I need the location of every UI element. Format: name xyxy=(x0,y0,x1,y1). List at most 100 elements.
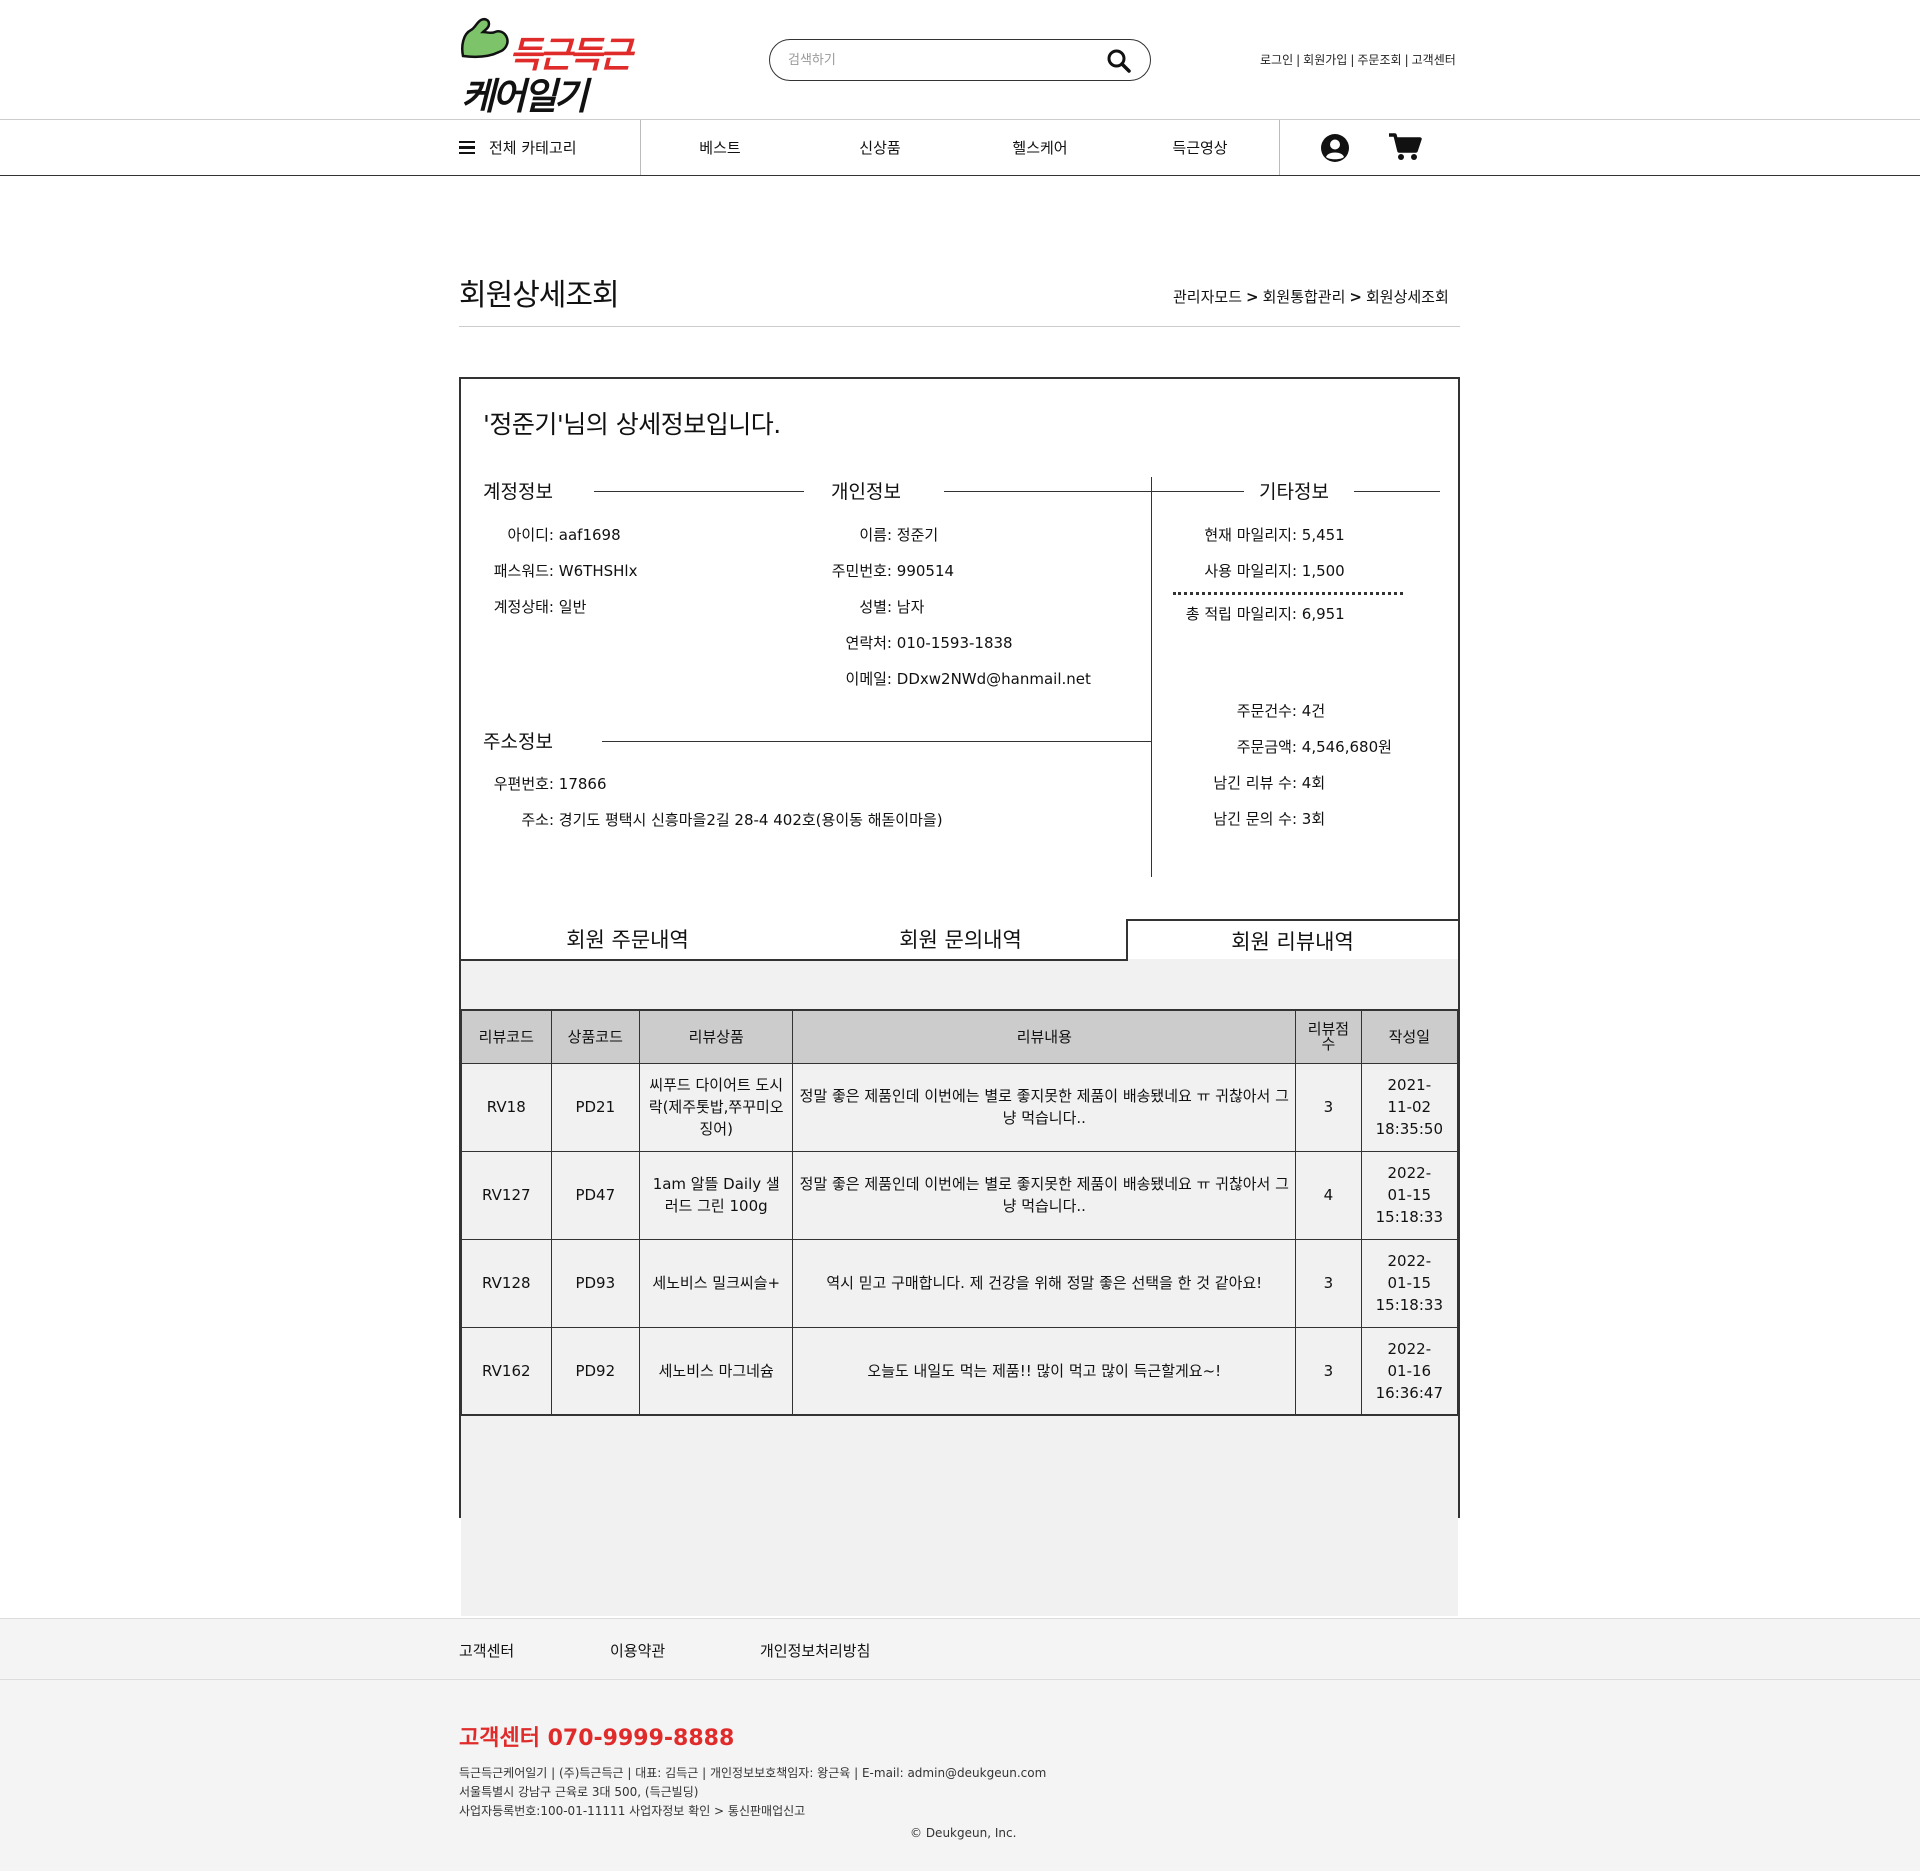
footer-business-info: 사업자등록번호:100-01-11111 사업자정보 확인 > 통신판매업신고 xyxy=(459,1804,806,1818)
col-review-product: 리뷰상품 xyxy=(638,1009,794,1064)
cell-score: 3 xyxy=(1295,1062,1362,1152)
field-password: 패스워드: W6THSHlx xyxy=(493,562,638,580)
chevron-right-icon: > xyxy=(1349,288,1362,306)
address-section-title: 주소정보 xyxy=(483,731,553,753)
all-category-button[interactable]: 전체 카테고리 xyxy=(459,120,641,175)
cell-product: 세노비스 밀크씨슬+ xyxy=(638,1238,794,1328)
search-input[interactable] xyxy=(788,49,1088,71)
nav-healthcare[interactable]: 헬스케어 xyxy=(980,120,1100,175)
user-icon[interactable] xyxy=(1320,133,1350,163)
tab-inquiries[interactable]: 회원 문의내역 xyxy=(794,919,1127,959)
customer-center-link[interactable]: 고객센터 xyxy=(1412,53,1456,67)
footer-copyright: © Deukgeun, Inc. xyxy=(910,1826,1017,1840)
table-row[interactable]: RV127 PD47 1am 알뜰 Daily 샐러드 그린 100g 정말 좋… xyxy=(461,1150,1459,1240)
divider xyxy=(602,741,1152,742)
field-zip: 우편번호: 17866 xyxy=(493,775,607,793)
col-created-date: 작성일 xyxy=(1360,1009,1459,1064)
cell-product: 세노비스 마그네슘 xyxy=(638,1326,794,1416)
hamburger-icon xyxy=(459,138,475,158)
nav-icons xyxy=(1279,120,1459,175)
footer-cs-phone: 고객센터 070-9999-8888 xyxy=(459,1726,735,1751)
table-row[interactable]: RV18 PD21 씨푸드 다이어트 도시락(제주톳밥,쭈꾸미오징어) 정말 좋… xyxy=(461,1062,1459,1152)
etc-section-title: 기타정보 xyxy=(1259,481,1329,503)
footer-nav: 고객센터 이용약관 개인정보처리방침 xyxy=(0,1618,1920,1680)
field-account-status: 계정상태: 일반 xyxy=(493,598,587,616)
site-logo[interactable]: 득근득근 케어일기 xyxy=(459,12,649,118)
tab-orders[interactable]: 회원 주문내역 xyxy=(461,919,794,959)
reviews-table: 리뷰코드 상품코드 리뷰상품 리뷰내용 리뷰점수 작성일 RV18 PD21 씨… xyxy=(461,1009,1459,1416)
divider xyxy=(944,491,1154,492)
footer-link-terms[interactable]: 이용약관 xyxy=(610,1640,665,1661)
footer-company-info: 득근득근케어일기 | (주)득근득근 | 대표: 김득근 | 개인정보보호책임자… xyxy=(459,1766,1047,1780)
nav-best[interactable]: 베스트 xyxy=(660,120,780,175)
top-links: 로그인 | 회원가입 | 주문조회 | 고객센터 xyxy=(1260,53,1456,67)
cell-content: 역시 믿고 구매합니다. 제 건강을 위해 정말 좋은 선택을 한 것 같아요! xyxy=(792,1238,1297,1328)
col-review-score: 리뷰점수 xyxy=(1295,1009,1362,1064)
cell-product: 씨푸드 다이어트 도시락(제주톳밥,쭈꾸미오징어) xyxy=(638,1062,794,1152)
tab-underline xyxy=(461,959,1127,961)
field-order-amount: 주문금액: 4,546,680원 xyxy=(1236,738,1392,756)
search-box xyxy=(769,39,1151,81)
cell-date: 2021-11-02 18:35:50 xyxy=(1360,1062,1459,1152)
tab-border xyxy=(1126,919,1458,921)
cell-content: 정말 좋은 제품인데 이번에는 별로 좋지못한 제품이 배송됐네요 ㅠ 귀찮아서… xyxy=(792,1150,1297,1240)
cell-product-code: PD47 xyxy=(550,1150,641,1240)
site-header: 득근득근 케어일기 로그인|회원가입|주문조회|고객센터 xyxy=(0,0,1920,120)
table-header-row: 리뷰코드 상품코드 리뷰상품 리뷰내용 리뷰점수 작성일 xyxy=(461,1009,1459,1064)
field-rrn: 주민번호: 990514 xyxy=(831,562,955,580)
cell-date: 2022-01-16 16:36:47 xyxy=(1360,1326,1459,1416)
divider xyxy=(594,491,804,492)
breadcrumb-item: 회원상세조회 xyxy=(1365,288,1449,306)
cell-date: 2022-01-15 15:18:33 xyxy=(1360,1238,1459,1328)
cart-icon[interactable] xyxy=(1388,132,1422,162)
page-title: 회원상세조회 xyxy=(459,278,620,313)
field-review-count: 남긴 리뷰 수: 4회 xyxy=(1213,774,1326,792)
cell-review-code: RV162 xyxy=(461,1326,552,1416)
divider xyxy=(1154,491,1244,492)
field-gender: 성별: 남자 xyxy=(859,598,925,616)
personal-section-title: 개인정보 xyxy=(831,481,901,503)
vertical-divider xyxy=(1151,477,1152,877)
divider xyxy=(1354,491,1440,492)
col-review-content: 리뷰내용 xyxy=(792,1009,1297,1064)
member-detail-panel: '정준기'님의 상세정보입니다. 계정정보 아이디: aaf1698 패스워드:… xyxy=(459,377,1460,1616)
footer-address: 서울특별시 강남구 근육로 3대 500, (득근빌딩) xyxy=(459,1785,699,1799)
col-review-code: 리뷰코드 xyxy=(461,1009,552,1064)
title-divider xyxy=(459,326,1460,327)
footer-link-privacy[interactable]: 개인정보처리방침 xyxy=(760,1640,870,1661)
cell-product-code: PD21 xyxy=(550,1062,641,1152)
dotted-divider xyxy=(1173,592,1403,595)
breadcrumb-item[interactable]: 회원통합관리 xyxy=(1263,288,1346,306)
breadcrumb: 관리자모드 > 회원통합관리 > 회원상세조회 xyxy=(1173,286,1449,307)
table-row[interactable]: RV128 PD93 세노비스 밀크씨슬+ 역시 믿고 구매합니다. 제 건강을… xyxy=(461,1238,1459,1328)
cell-content: 정말 좋은 제품인데 이번에는 별로 좋지못한 제품이 배송됐네요 ㅠ 귀찮아서… xyxy=(792,1062,1297,1152)
detail-headline: '정준기'님의 상세정보입니다. xyxy=(483,410,781,439)
nav-new[interactable]: 신상품 xyxy=(820,120,940,175)
cell-product-code: PD93 xyxy=(550,1238,641,1328)
footer-link-customer-center[interactable]: 고객센터 xyxy=(459,1640,514,1661)
login-link[interactable]: 로그인 xyxy=(1260,53,1293,67)
field-phone: 연락처: 010-1593-1838 xyxy=(845,634,1013,652)
order-lookup-link[interactable]: 주문조회 xyxy=(1357,53,1401,67)
cell-score: 3 xyxy=(1295,1326,1362,1416)
cell-score: 4 xyxy=(1295,1150,1362,1240)
field-inquiry-count: 남긴 문의 수: 3회 xyxy=(1213,810,1326,828)
field-current-mileage: 현재 마일리지: 5,451 xyxy=(1204,526,1345,544)
account-section-title: 계정정보 xyxy=(483,481,553,503)
cell-review-code: RV127 xyxy=(461,1150,552,1240)
cell-review-code: RV18 xyxy=(461,1062,552,1152)
signup-link[interactable]: 회원가입 xyxy=(1303,53,1347,67)
tab-reviews[interactable]: 회원 리뷰내역 xyxy=(1127,921,1458,961)
field-total-mileage: 총 적립 마일리지: 6,951 xyxy=(1185,605,1345,623)
logo-text-bottom: 케어일기 xyxy=(461,75,588,118)
table-row[interactable]: RV162 PD92 세노비스 마그네슘 오늘도 내일도 먹는 제품!! 많이 … xyxy=(461,1326,1459,1416)
nav-video[interactable]: 득근영상 xyxy=(1140,120,1260,175)
field-name: 이름: 정준기 xyxy=(859,526,939,544)
breadcrumb-item[interactable]: 관리자모드 xyxy=(1173,288,1242,306)
field-id: 아이디: aaf1698 xyxy=(507,526,621,544)
field-order-count: 주문건수: 4건 xyxy=(1236,702,1326,720)
search-icon[interactable] xyxy=(1106,48,1132,74)
main-nav: 전체 카테고리 베스트 신상품 헬스케어 득근영상 xyxy=(0,120,1920,176)
col-product-code: 상품코드 xyxy=(550,1009,641,1064)
tab-border xyxy=(1126,920,1128,961)
